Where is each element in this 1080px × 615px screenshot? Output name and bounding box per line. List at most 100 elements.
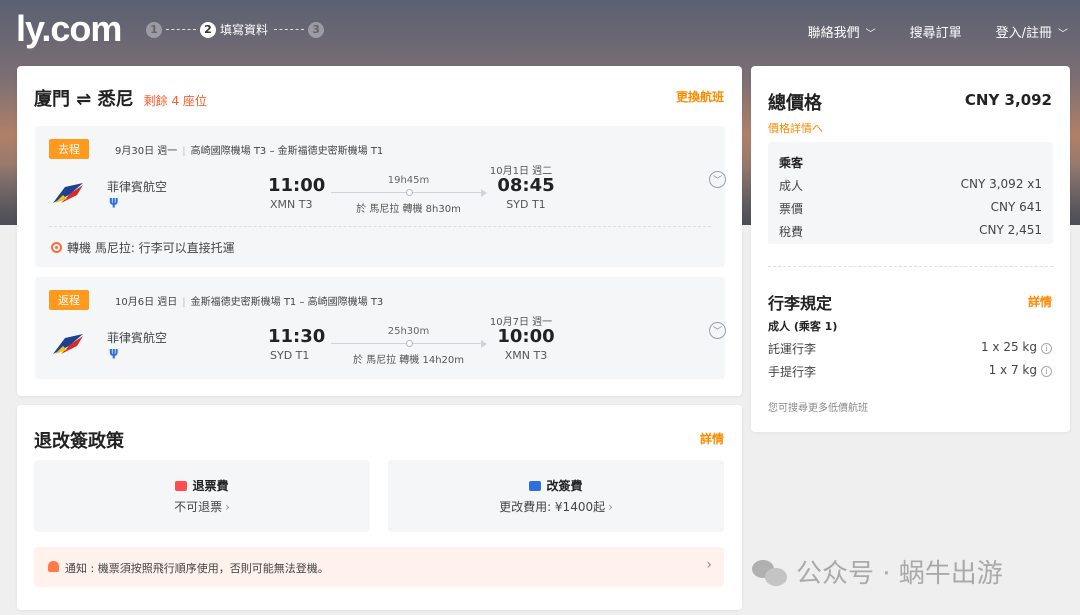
departure-airport: XMN T3 <box>270 198 313 211</box>
info-icon[interactable]: i <box>1041 343 1052 354</box>
price-row-label: 成人 <box>779 179 804 193</box>
segment-tag: 去程 <box>49 139 89 159</box>
baggage-row-label: 手提行李 <box>768 365 817 379</box>
transfer-baggage-note: 轉機 馬尼拉: 行李可以直接托運 <box>51 239 235 256</box>
change-fee-label: 改簽費 <box>546 479 583 493</box>
baggage-row-value-wrap: 1 x 25 kg i <box>981 340 1052 357</box>
segment-info: 9月30日 週一 | 高崎國際機場 T3 – 金斯福德史密斯機場 T1 <box>115 142 383 157</box>
refund-fee-text: 不可退票 <box>174 500 223 514</box>
chevron-right-icon: › <box>225 500 230 514</box>
segment-return: 返程 10月6日 週日 | 金斯福德史密斯機場 T1 – 高崎國際機場 T3 菲律賓… <box>35 277 726 379</box>
segment-tag: 返程 <box>49 290 89 310</box>
passenger-header: 乘客 <box>779 154 1042 171</box>
arrival-airport: SYD T1 <box>506 198 546 211</box>
meal-icon: ψ <box>109 345 119 359</box>
change-flight-link[interactable]: 更換航班 <box>676 88 724 105</box>
segment-date: 9月30日 週一 <box>115 146 178 157</box>
price-card: 總價格 CNY 3,092 價格詳情へ 乘客 成人 CNY 3,092 x1 票價… <box>751 66 1070 432</box>
nav-search-order[interactable]: 搜尋訂單 <box>910 22 962 41</box>
watermark: 公众号 · 蜗牛出游 <box>752 553 1003 590</box>
step-3: 3 <box>308 21 325 38</box>
policy-detail-link[interactable]: 詳情 <box>700 430 724 447</box>
baggage-row-label: 託運行李 <box>768 342 817 356</box>
price-detail-link[interactable]: 價格詳情へ <box>768 120 823 136</box>
segment-divider <box>49 226 711 227</box>
price-row-value: CNY 2,451 <box>979 223 1042 237</box>
airline-name: 菲律賓航空 <box>107 331 168 345</box>
segment-airports: 金斯福德史密斯機場 T1 – 高崎國際機場 T3 <box>190 297 384 308</box>
top-nav: 聯絡我們 ﹀ 搜尋訂單 登入/註冊 ﹀ <box>808 22 1068 41</box>
refund-fee-label: 退票費 <box>192 479 229 493</box>
passenger-header-label: 乘客 <box>779 156 804 170</box>
philippine-airlines-logo-icon <box>53 334 83 354</box>
stop-dot <box>406 189 413 196</box>
pin-icon <box>51 242 62 253</box>
notice-bar[interactable]: 通知 : 機票須按照飛行順序使用，否則可能無法登機。 › <box>34 547 724 587</box>
wechat-icon <box>752 558 788 586</box>
arrival-time: 08:45 <box>497 175 555 196</box>
chevron-right-icon: › <box>706 557 712 573</box>
refund-fee-value: 不可退票 › <box>34 498 370 515</box>
change-fee-box[interactable]: 改簽費 更改費用: ¥1400起 › <box>388 460 724 532</box>
baggage-row-value-wrap: 1 x 7 kg i <box>989 363 1052 380</box>
nav-login[interactable]: 登入/註冊 ﹀ <box>996 22 1068 41</box>
baggage-row: 託運行李 1 x 25 kg i <box>768 340 1052 357</box>
price-row-value: CNY 641 <box>990 200 1042 214</box>
route-title: 廈門 ⇌ 悉尼 <box>34 89 134 110</box>
step-connector <box>274 29 305 30</box>
stop-dot <box>406 340 413 347</box>
departure-time: 11:30 <box>268 326 326 347</box>
step-2-label: 填寫資料 <box>220 23 269 37</box>
arrival-time: 10:00 <box>497 326 555 347</box>
progress-steps: 1 2 填寫資料 3 <box>146 21 325 38</box>
refund-fee-header: 退票費 <box>34 477 370 494</box>
chevron-down-circle-icon[interactable]: ﹀ <box>709 171 726 188</box>
price-row-label: 票價 <box>779 202 804 216</box>
baggage-title: 行李規定 <box>768 294 833 313</box>
change-fee-header: 改簽費 <box>388 477 724 494</box>
chevron-right-icon: › <box>608 500 613 514</box>
policy-title: 退改簽政策 <box>34 431 124 452</box>
price-row: 票價 CNY 641 <box>779 200 1042 217</box>
top-bar: ly.com 1 2 填寫資料 3 聯絡我們 ﹀ 搜尋訂單 登入/註冊 ﹀ <box>0 0 1080 62</box>
price-divider <box>768 266 1053 267</box>
ticket-icon <box>175 480 188 491</box>
segment-info: 10月6日 週日 | 金斯福德史密斯機場 T1 – 高崎國際機場 T3 <box>115 293 383 308</box>
nav-login-label: 登入/註冊 <box>995 26 1052 41</box>
nav-contact[interactable]: 聯絡我們 ﹀ <box>808 22 876 41</box>
notice-text: 通知 : 機票須按照飛行順序使用，否則可能無法登機。 <box>65 562 329 575</box>
segment-airports: 高崎國際機場 T3 – 金斯福德史密斯機場 T1 <box>190 146 384 157</box>
step-connector <box>166 29 196 30</box>
seats-remaining: 剩餘 4 座位 <box>143 94 207 108</box>
change-icon <box>529 480 542 491</box>
transfer-info: 於 馬尼拉 轉機 14h20m <box>352 355 465 366</box>
route-header: 廈門 ⇌ 悉尼 剩餘 4 座位 <box>34 85 207 111</box>
baggage-detail-link[interactable]: 詳情 <box>1028 293 1052 310</box>
bell-icon <box>48 561 59 572</box>
price-row-value: CNY 3,092 x1 <box>960 177 1042 191</box>
baggage-footnote: 您可搜尋更多低價航班 <box>768 403 868 414</box>
nav-contact-label: 聯絡我們 <box>807 26 860 41</box>
site-logo[interactable]: ly.com <box>16 8 122 50</box>
divider: | <box>182 146 186 157</box>
meal-icon: ψ <box>109 194 119 208</box>
watermark-text: 公众号 · 蜗牛出游 <box>796 559 1003 589</box>
segment-date: 10月6日 週日 <box>115 297 178 308</box>
info-icon[interactable]: i <box>1041 366 1052 377</box>
departure-airport: SYD T1 <box>270 349 310 362</box>
refund-fee-box[interactable]: 退票費 不可退票 › <box>34 460 370 532</box>
baggage-note-text: 轉機 馬尼拉: 行李可以直接托運 <box>67 241 235 255</box>
baggage-row-value: 1 x 25 kg <box>980 340 1037 354</box>
chevron-down-circle-icon[interactable]: ﹀ <box>709 322 726 339</box>
baggage-row: 手提行李 1 x 7 kg i <box>768 363 1052 380</box>
step-1: 1 <box>146 21 162 38</box>
divider: | <box>182 297 186 308</box>
flight-duration: 19h45m <box>387 175 430 186</box>
segment-outbound: 去程 9月30日 週一 | 高崎國際機場 T3 – 金斯福德史密斯機場 T1 菲律賓… <box>35 126 726 267</box>
total-price-label: 總價格 <box>768 93 822 114</box>
price-row: 成人 CNY 3,092 x1 <box>779 177 1042 194</box>
departure-time: 11:00 <box>268 175 326 196</box>
transfer-info: 於 馬尼拉 轉機 8h30m <box>356 204 461 215</box>
flight-card: 廈門 ⇌ 悉尼 剩餘 4 座位 更換航班 去程 9月30日 週一 | 高崎國際機場 … <box>17 66 742 396</box>
step-2: 2 <box>200 21 216 38</box>
